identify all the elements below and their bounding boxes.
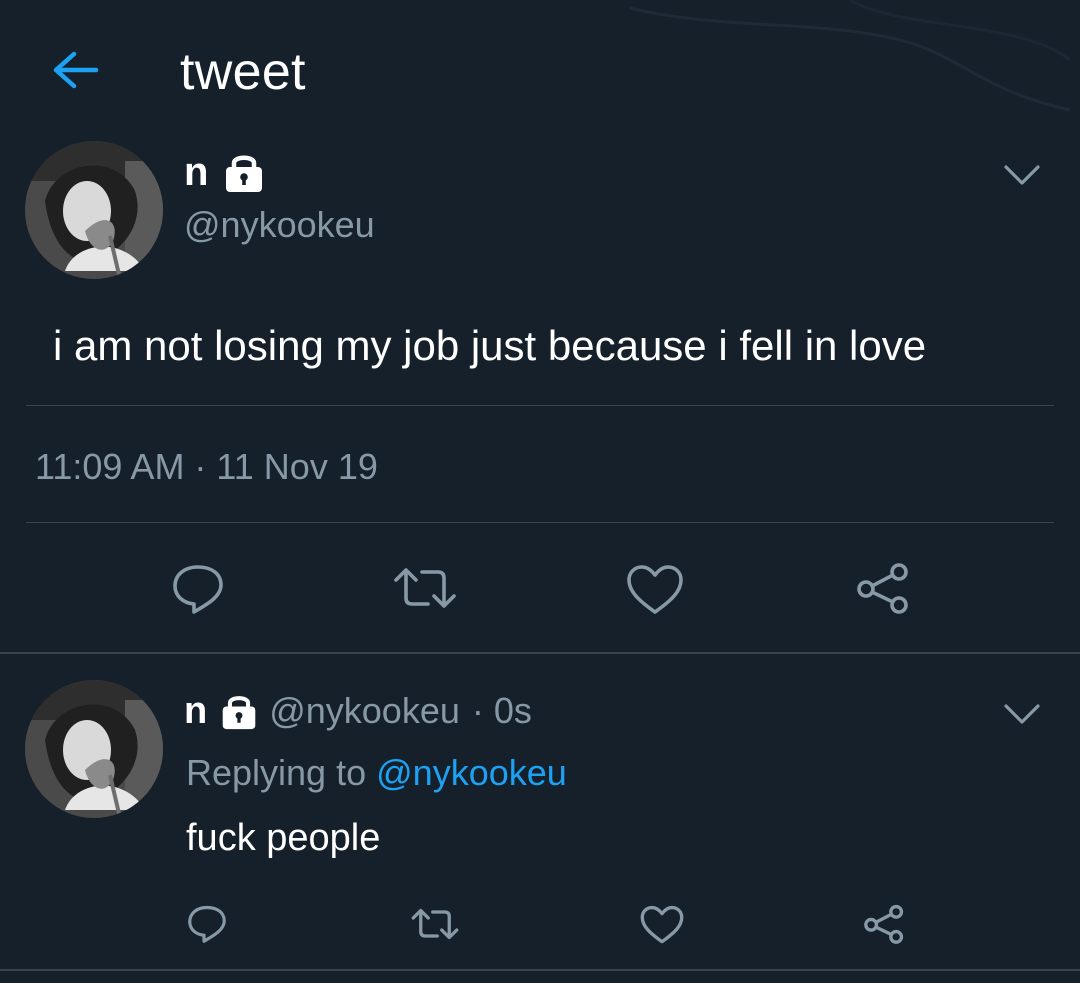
- reply-timestamp: 0s: [493, 690, 532, 731]
- lock-icon: [222, 696, 256, 730]
- heart-icon: [640, 905, 684, 944]
- reply-button[interactable]: [186, 904, 228, 944]
- background-decoration: [629, 0, 1071, 112]
- tweet-text: i am not losing my job just because i fe…: [53, 322, 927, 369]
- display-name[interactable]: n: [184, 146, 208, 198]
- retweet-icon: [411, 908, 459, 940]
- chevron-down-icon: [1004, 165, 1040, 185]
- divider: [0, 652, 1080, 654]
- share-icon: [857, 563, 908, 614]
- share-button[interactable]: [854, 561, 912, 615]
- retweet-icon: [394, 568, 456, 608]
- arrow-left-icon: [53, 51, 99, 89]
- retweet-button[interactable]: [410, 906, 460, 942]
- like-button[interactable]: [640, 905, 684, 945]
- tweet-detail-screen: tweet n @nykookeu i am not losing my job…: [0, 0, 1080, 983]
- share-button[interactable]: [862, 903, 906, 945]
- avatar[interactable]: [25, 141, 163, 279]
- reply-button[interactable]: [170, 563, 226, 615]
- chevron-down-icon: [1004, 704, 1040, 724]
- replying-to-line: Replying to @nykookeu: [186, 750, 567, 796]
- separator-dot: ·: [471, 690, 484, 731]
- divider: [0, 969, 1080, 971]
- profile-photo: [25, 141, 163, 279]
- more-options-button[interactable]: [1002, 701, 1042, 727]
- page-title: tweet: [180, 43, 306, 101]
- divider: [26, 522, 1054, 523]
- retweet-button[interactable]: [392, 564, 458, 612]
- reply-author-row: n @nykookeu · 0s: [184, 688, 532, 734]
- reply-icon: [173, 565, 223, 614]
- reply-icon: [188, 905, 226, 943]
- author-handle[interactable]: @nykookeu: [184, 203, 375, 247]
- share-icon: [864, 904, 904, 944]
- back-button[interactable]: [48, 48, 104, 92]
- divider: [26, 405, 1054, 406]
- heart-icon: [627, 565, 683, 614]
- more-options-button[interactable]: [1002, 162, 1042, 188]
- profile-photo: [25, 680, 163, 818]
- like-button[interactable]: [626, 564, 684, 616]
- author-handle[interactable]: @nykookeu: [269, 688, 460, 734]
- top-bar: tweet: [0, 0, 1080, 130]
- tweet-timestamp: 11:09 AM · 11 Nov 19: [35, 446, 378, 487]
- avatar[interactable]: [25, 680, 163, 818]
- lock-icon: [226, 155, 263, 192]
- replying-to-mention-link[interactable]: @nykookeu: [376, 752, 567, 793]
- author-name-row: n: [184, 146, 266, 198]
- replying-to-label: Replying to: [186, 752, 367, 793]
- display-name[interactable]: n: [184, 688, 207, 734]
- reply-text: fuck people: [186, 817, 381, 859]
